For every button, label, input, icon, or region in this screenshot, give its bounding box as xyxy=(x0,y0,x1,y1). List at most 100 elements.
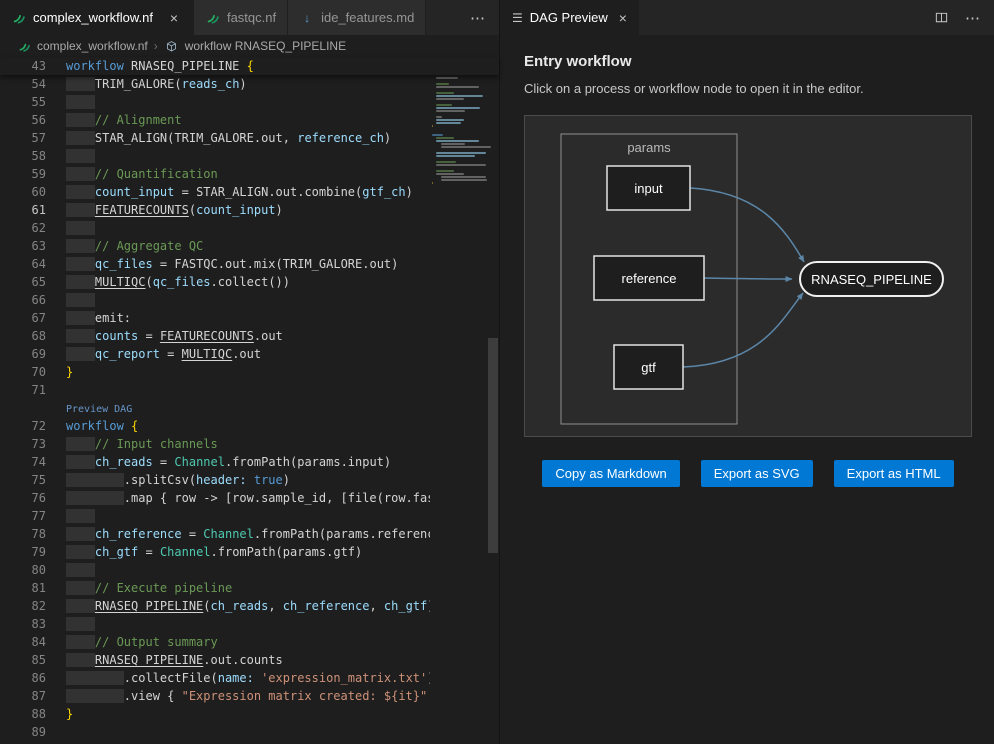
editor-scrollbar[interactable] xyxy=(487,75,499,744)
sticky-scroll-line[interactable]: 43 workflow RNASEQ_PIPELINE { xyxy=(0,57,499,75)
line-number: 68 xyxy=(0,327,66,345)
code-line[interactable]: qc_report = MULTIQC.out xyxy=(66,345,430,363)
code-line[interactable]: } xyxy=(66,363,430,381)
code-row: 76 .map { row -> [row.sample_id, [file(r… xyxy=(0,489,499,507)
code-token: qc_files xyxy=(95,257,153,271)
tab-fastqc[interactable]: fastqc.nf xyxy=(194,0,288,35)
code-line[interactable]: // Quantification xyxy=(66,165,430,183)
code-line[interactable]: qc_files = FASTQC.out.mix(TRIM_GALORE.ou… xyxy=(66,255,430,273)
code-line[interactable]: // Aggregate QC xyxy=(66,237,430,255)
code-token: .collectFile( xyxy=(124,671,218,685)
edge-input-to-pipeline xyxy=(690,188,804,262)
tab-complex-workflow[interactable]: complex_workflow.nf × xyxy=(0,0,194,35)
close-icon[interactable]: × xyxy=(619,10,627,26)
code-row: 84 // Output summary xyxy=(0,633,499,651)
code-line[interactable] xyxy=(66,219,430,237)
code-line[interactable]: RNASEQ_PIPELINE(ch_reads, ch_reference, … xyxy=(66,597,430,615)
code-line[interactable]: STAR_ALIGN(TRIM_GALORE.out, reference_ch… xyxy=(66,129,430,147)
node-reference[interactable]: reference xyxy=(594,256,704,300)
process-link[interactable]: RNASEQ_PIPELINE xyxy=(95,599,203,613)
code-token: } xyxy=(66,365,73,379)
code-token xyxy=(66,347,95,361)
more-actions-icon[interactable]: ⋯ xyxy=(965,9,980,27)
code-token xyxy=(66,455,95,469)
params-group-label: params xyxy=(627,140,671,155)
code-token: // Input channels xyxy=(95,437,218,451)
code-line[interactable]: RNASEQ_PIPELINE.out.counts xyxy=(66,651,430,669)
code-line[interactable] xyxy=(66,147,430,165)
code-line[interactable]: counts = FEATURECOUNTS.out xyxy=(66,327,430,345)
code-row: 88} xyxy=(0,705,499,723)
code-line[interactable] xyxy=(66,381,430,399)
code-token: ( xyxy=(276,257,283,271)
line-number: 84 xyxy=(0,633,66,651)
process-link[interactable]: RNASEQ_PIPELINE xyxy=(95,653,203,667)
code-token xyxy=(66,689,124,703)
copy-as-markdown-button[interactable]: Copy as Markdown xyxy=(542,460,679,487)
code-row: 85 RNASEQ_PIPELINE.out.counts xyxy=(0,651,499,669)
code-token: ch_reads xyxy=(211,599,269,613)
export-as-svg-button[interactable]: Export as SVG xyxy=(701,460,813,487)
breadcrumb-file[interactable]: complex_workflow.nf xyxy=(16,38,148,54)
process-link[interactable]: FEATURECOUNTS xyxy=(95,203,189,217)
code-token: RNASEQ_PIPELINE xyxy=(124,59,247,73)
code-line[interactable]: .map { row -> [row.sample_id, [file(row.… xyxy=(66,489,430,507)
code-line[interactable]: ch_reference = Channel.fromPath(params.r… xyxy=(66,525,430,543)
code-line[interactable]: .splitCsv(header: true) xyxy=(66,471,430,489)
node-rnaseq-pipeline[interactable]: RNASEQ_PIPELINE xyxy=(800,262,943,296)
code-line[interactable] xyxy=(66,561,430,579)
code-line[interactable] xyxy=(66,507,430,525)
nextflow-icon xyxy=(16,38,32,54)
code-row: 54 TRIM_GALORE(reads_ch) xyxy=(0,75,499,93)
code-line[interactable]: .collectFile(name: 'expression_matrix.tx… xyxy=(66,669,430,687)
code-line[interactable]: ch_reads = Channel.fromPath(params.input… xyxy=(66,453,430,471)
code-line[interactable] xyxy=(66,291,430,309)
code-token: ) xyxy=(283,473,290,487)
code-line[interactable]: TRIM_GALORE(reads_ch) xyxy=(66,75,430,93)
code-token: "Expression matrix created: ${it}" xyxy=(182,689,428,703)
tab-ide-features[interactable]: ↓ ide_features.md xyxy=(288,0,426,35)
code-line[interactable]: } xyxy=(66,705,430,723)
code-token: // Quantification xyxy=(95,167,218,181)
code-token xyxy=(66,617,95,631)
code-line[interactable]: // Alignment xyxy=(66,111,430,129)
code-line[interactable]: FEATURECOUNTS(count_input) xyxy=(66,201,430,219)
code-token: { xyxy=(131,419,138,433)
close-icon[interactable]: × xyxy=(166,10,182,26)
export-as-html-button[interactable]: Export as HTML xyxy=(834,460,954,487)
process-link[interactable]: MULTIQC xyxy=(182,347,233,361)
code-editor[interactable]: 54 TRIM_GALORE(reads_ch)55 56 // Alignme… xyxy=(0,75,499,744)
split-editor-icon[interactable] xyxy=(934,10,949,25)
code-token xyxy=(66,77,95,91)
dag-preview-panel: ☰ DAG Preview × ⋯ Entry workflow Click o… xyxy=(499,0,994,744)
codelens-line[interactable]: Preview DAG xyxy=(66,399,430,417)
scrollbar-thumb[interactable] xyxy=(488,338,498,553)
code-line[interactable]: // Execute pipeline xyxy=(66,579,430,597)
process-link[interactable]: FEATURECOUNTS xyxy=(160,329,254,343)
code-line[interactable]: // Output summary xyxy=(66,633,430,651)
code-row: 81 // Execute pipeline xyxy=(0,579,499,597)
code-row: 64 qc_files = FASTQC.out.mix(TRIM_GALORE… xyxy=(0,255,499,273)
node-gtf[interactable]: gtf xyxy=(614,345,683,389)
code-line[interactable]: count_input = STAR_ALIGN.out.combine(gtf… xyxy=(66,183,430,201)
code-line[interactable] xyxy=(66,93,430,111)
symbol-cube-icon xyxy=(164,38,180,54)
code-line[interactable] xyxy=(66,615,430,633)
minimap[interactable] xyxy=(430,77,487,744)
code-token: FASTQC.out.mix xyxy=(174,257,275,271)
code-line[interactable]: .view { "Expression matrix created: ${it… xyxy=(66,687,430,705)
tab-dag-preview[interactable]: ☰ DAG Preview × xyxy=(500,0,639,35)
breadcrumb-symbol[interactable]: workflow RNASEQ_PIPELINE xyxy=(164,38,346,54)
code-line[interactable] xyxy=(66,723,430,741)
process-link[interactable]: MULTIQC xyxy=(95,275,146,289)
more-tabs-button[interactable]: ⋯ xyxy=(456,0,499,35)
code-line[interactable]: emit: xyxy=(66,309,430,327)
code-token: = xyxy=(138,329,160,343)
code-line[interactable]: workflow { xyxy=(66,417,430,435)
code-token: ch_reference xyxy=(95,527,182,541)
code-line[interactable]: // Input channels xyxy=(66,435,430,453)
code-line[interactable]: MULTIQC(qc_files.collect()) xyxy=(66,273,430,291)
codelens-preview-dag[interactable]: Preview DAG xyxy=(66,404,132,415)
node-input[interactable]: input xyxy=(607,166,690,210)
code-line[interactable]: ch_gtf = Channel.fromPath(params.gtf) xyxy=(66,543,430,561)
